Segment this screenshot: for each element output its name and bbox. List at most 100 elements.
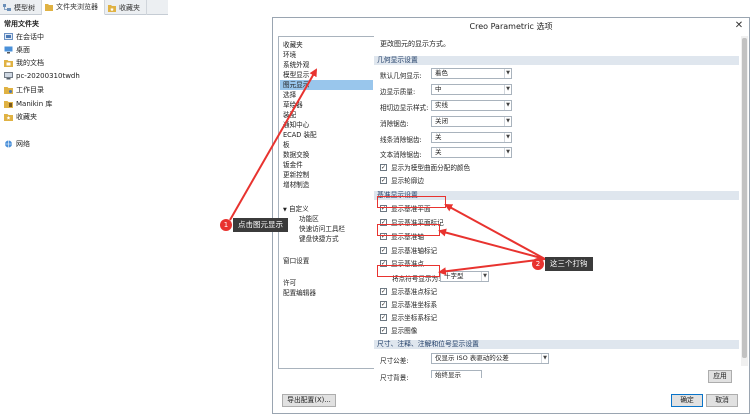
edge-display-quality-dropdown[interactable]: 中 ▼ (431, 84, 512, 95)
checkbox-label: 显示为模型曲面分配的颜色 (391, 164, 471, 172)
checkmark-icon: ✓ (380, 313, 387, 321)
dialog-title: Creo Parametric 选项 (469, 22, 553, 31)
category-system-appearance[interactable]: 系统外观 (283, 60, 309, 70)
tangent-edge-style-label: 相切边显示样式: (380, 104, 429, 112)
category-quick-access-toolbar[interactable]: 快速访问工具栏 (299, 224, 345, 234)
dimension-tolerance-label: 尺寸公差: (380, 357, 409, 365)
dropdown-arrow-icon: ▼ (541, 354, 548, 363)
nav-item-label: 收藏夹 (16, 112, 37, 121)
dropdown-value: 关 (435, 133, 442, 141)
category-update-control[interactable]: 更新控制 (283, 170, 309, 180)
nav-item-computer[interactable]: pc-20200310twdh (4, 70, 80, 81)
options-category-list: 收藏夹 环境 系统外观 模型显示 图元显示 选择 草绘器 装配 通知中心 ECA… (278, 36, 375, 369)
apply-button[interactable]: 应用 (708, 370, 732, 383)
checkbox-label: 显示基准轴标记 (391, 247, 438, 255)
common-folders-header: 常用文件夹 (4, 20, 39, 28)
options-dialog: Creo Parametric 选项 ✕ 收藏夹 环境 系统外观 模型显示 图元… (272, 17, 750, 414)
category-sheetmetal[interactable]: 钣金件 (283, 160, 303, 170)
default-geometry-display-dropdown[interactable]: 着色 ▼ (431, 68, 512, 79)
show-datum-axis-tags-checkbox[interactable]: ✓ 显示基准轴标记 (380, 245, 437, 255)
dimension-background-dropdown[interactable]: 始终显示 (431, 370, 482, 379)
tab-folder-browser[interactable]: 文件夹浏览器 (42, 0, 105, 15)
dropdown-arrow-icon: ▼ (481, 272, 488, 281)
working-directory-icon (4, 86, 13, 94)
dropdown-arrow-icon: ▼ (504, 69, 511, 78)
dropdown-arrow-icon: ▼ (504, 133, 511, 142)
line-antialiasing-dropdown[interactable]: 关 ▼ (431, 132, 512, 143)
dropdown-value: 始终显示 (435, 371, 461, 379)
dropdown-value: 仅显示 ISO 表驱动的公差 (435, 354, 509, 362)
ok-button[interactable]: 确定 (671, 394, 703, 407)
nav-item-documents[interactable]: 我的文档 (4, 57, 44, 68)
show-csys-tags-checkbox[interactable]: ✓ 显示坐标系标记 (380, 312, 437, 322)
nav-item-favorites[interactable]: 收藏夹 (4, 111, 37, 122)
tab-model-tree[interactable]: 模型树 (0, 0, 42, 15)
point-symbol-dropdown[interactable]: 十字型 ▼ (440, 271, 489, 282)
text-antialiasing-label: 文本消除锯齿: (380, 151, 422, 159)
category-environment[interactable]: 环境 (283, 50, 296, 60)
dropdown-arrow-icon: ▼ (504, 85, 511, 94)
tab-model-tree-label: 模型树 (14, 3, 35, 12)
nav-item-network[interactable]: 网络 (4, 138, 30, 149)
category-selection[interactable]: 选择 (283, 90, 296, 100)
collapse-triangle-icon: ▼ (283, 207, 287, 213)
scrollbar-thumb[interactable] (742, 38, 747, 358)
tab-favorites[interactable]: 收藏夹 (105, 0, 147, 15)
session-icon (4, 32, 13, 41)
category-model-display[interactable]: 模型显示 (283, 70, 309, 80)
category-license[interactable]: 许可 (283, 278, 296, 288)
export-config-button[interactable]: 导出配置(X)... (282, 394, 336, 407)
category-sketcher[interactable]: 草绘器 (283, 100, 303, 110)
close-icon[interactable]: ✕ (733, 20, 745, 32)
nav-item-working-directory[interactable]: 工作目录 (4, 84, 44, 95)
show-surface-colors-checkbox[interactable]: ✓ 显示为模型曲面分配的颜色 (380, 162, 470, 172)
category-favorites[interactable]: 收藏夹 (283, 40, 303, 50)
antialiasing-label: 消除锯齿: (380, 120, 409, 128)
dropdown-value: 实线 (435, 101, 448, 109)
show-images-checkbox[interactable]: ✓ 显示图像 (380, 325, 417, 335)
category-config-editor[interactable]: 配置编辑器 (283, 288, 316, 298)
category-ecad-assembly[interactable]: ECAD 装配 (283, 130, 317, 140)
annotation-1-label: 点击图元显示 (233, 218, 288, 232)
nav-item-in-session[interactable]: 在会话中 (4, 31, 44, 42)
category-data-exchange[interactable]: 数据交换 (283, 150, 309, 160)
category-ribbon[interactable]: 功能区 (299, 214, 319, 224)
line-antialiasing-label: 线条消除锯齿: (380, 136, 422, 144)
show-silhouette-edges-checkbox[interactable]: ✓ 显示轮廓边 (380, 175, 424, 185)
model-tree-icon (3, 3, 11, 12)
tab-favorites-label: 收藏夹 (119, 3, 140, 12)
cancel-button[interactable]: 取消 (706, 394, 738, 407)
category-window-settings[interactable]: 窗口设置 (283, 256, 309, 266)
nav-item-label: 桌面 (16, 45, 30, 54)
category-assembly[interactable]: 装配 (283, 110, 296, 120)
category-keyboard-shortcuts[interactable]: 键盘快捷方式 (299, 234, 339, 244)
dimension-background-label: 尺寸背景: (380, 374, 409, 382)
network-icon (4, 140, 13, 148)
customize-toggle[interactable]: ▼ 自定义 (283, 204, 309, 214)
checkbox-label: 显示轮廓边 (391, 177, 424, 185)
category-notification-center[interactable]: 通知中心 (283, 120, 309, 130)
dropdown-arrow-icon: ▼ (504, 117, 511, 126)
entity-display-settings: 更改图元的显示方式。 几何显示设置 默认几何显示: 着色 ▼ 边显示质量: 中 ▼ … (374, 36, 741, 386)
annotation-2-label: 这三个打钩 (545, 257, 593, 271)
checkbox-label: 显示基准点标记 (391, 288, 438, 296)
dropdown-arrow-icon: ▼ (504, 148, 511, 157)
dropdown-value: 关闭 (435, 117, 448, 125)
settings-scrollbar[interactable] (741, 36, 748, 366)
category-entity-display[interactable]: 图元显示 (280, 80, 373, 90)
nav-item-manikin-library[interactable]: Manikin 库 (4, 98, 52, 109)
category-additive-manufacturing[interactable]: 增材制造 (283, 180, 309, 190)
content-description: 更改图元的显示方式。 (380, 40, 450, 48)
show-datum-point-tags-checkbox[interactable]: ✓ 显示基准点标记 (380, 286, 437, 296)
nav-item-desktop[interactable]: 桌面 (4, 44, 30, 55)
antialiasing-dropdown[interactable]: 关闭 ▼ (431, 116, 512, 127)
checkmark-icon: ✓ (380, 176, 387, 184)
folder-browser-pane: 模型树 文件夹浏览器 收藏夹 常用文件夹 在会话中 桌面 我的文档 pc-202… (0, 0, 168, 414)
text-antialiasing-dropdown[interactable]: 关 ▼ (431, 147, 512, 158)
category-board[interactable]: 板 (283, 140, 290, 150)
favorites-icon (108, 4, 116, 12)
tangent-edge-style-dropdown[interactable]: 实线 ▼ (431, 100, 512, 111)
nav-item-label: 我的文档 (16, 58, 44, 67)
show-datum-csys-checkbox[interactable]: ✓ 显示基准坐标系 (380, 299, 437, 309)
dimension-tolerance-dropdown[interactable]: 仅显示 ISO 表驱动的公差 ▼ (431, 353, 549, 364)
